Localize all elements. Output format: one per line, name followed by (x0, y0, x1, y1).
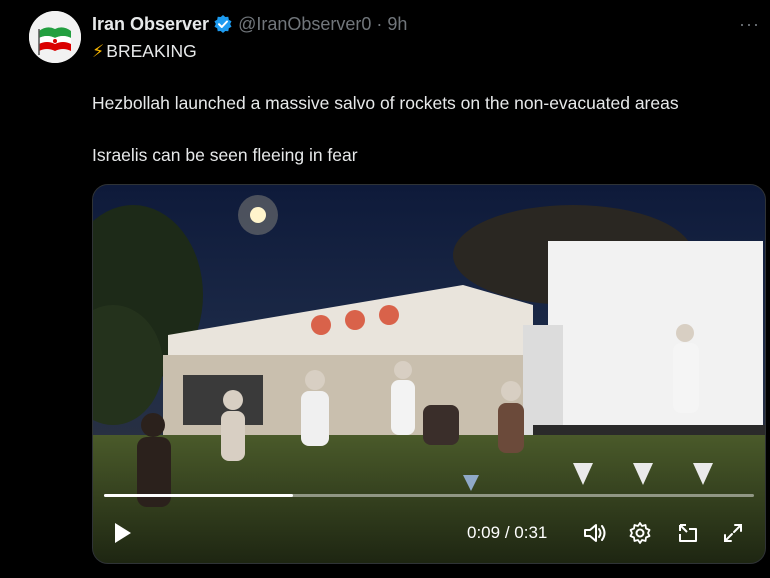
picture-in-picture-icon (679, 524, 697, 542)
progress-fill (104, 494, 293, 497)
avatar[interactable] (29, 11, 81, 63)
picture-in-picture-button[interactable] (673, 518, 703, 548)
time-separator: / (500, 523, 515, 542)
video-player[interactable]: 0:09 / 0:31 (92, 184, 766, 564)
iran-flag-avatar-icon (29, 11, 81, 63)
lightning-icon: ⚡ (92, 41, 105, 61)
tweet-text-line-1: Hezbollah launched a massive salvo of ro… (92, 93, 679, 113)
more-options-icon[interactable]: ··· (739, 14, 760, 35)
video-timecode: 0:09 / 0:31 (467, 518, 547, 548)
current-time: 0:09 (467, 523, 501, 542)
separator-dot: · (376, 13, 383, 34)
fullscreen-button[interactable] (718, 518, 748, 548)
tweet-text-line-2: Israelis can be seen fleeing in fear (92, 145, 358, 165)
fullscreen-icon (724, 524, 742, 542)
user-handle[interactable]: @IranObserver0 (238, 14, 371, 35)
settings-button[interactable] (625, 518, 655, 548)
play-button[interactable] (107, 518, 137, 548)
volume-button[interactable] (580, 518, 610, 548)
gear-icon (629, 522, 651, 544)
breaking-label: BREAKING (106, 41, 197, 61)
tweet-text-breaking: ⚡ BREAKING (92, 41, 197, 62)
duration: 0:31 (514, 523, 548, 542)
display-name[interactable]: Iran Observer (92, 14, 209, 35)
video-frame (93, 185, 765, 563)
verified-badge-icon (213, 14, 233, 34)
play-icon (115, 523, 131, 543)
tweet-timestamp[interactable]: 9h (387, 14, 407, 35)
progress-bar[interactable] (104, 494, 754, 497)
tweet-header: Iran Observer @IranObserver0 · 9h (92, 12, 407, 36)
volume-icon (584, 524, 606, 542)
